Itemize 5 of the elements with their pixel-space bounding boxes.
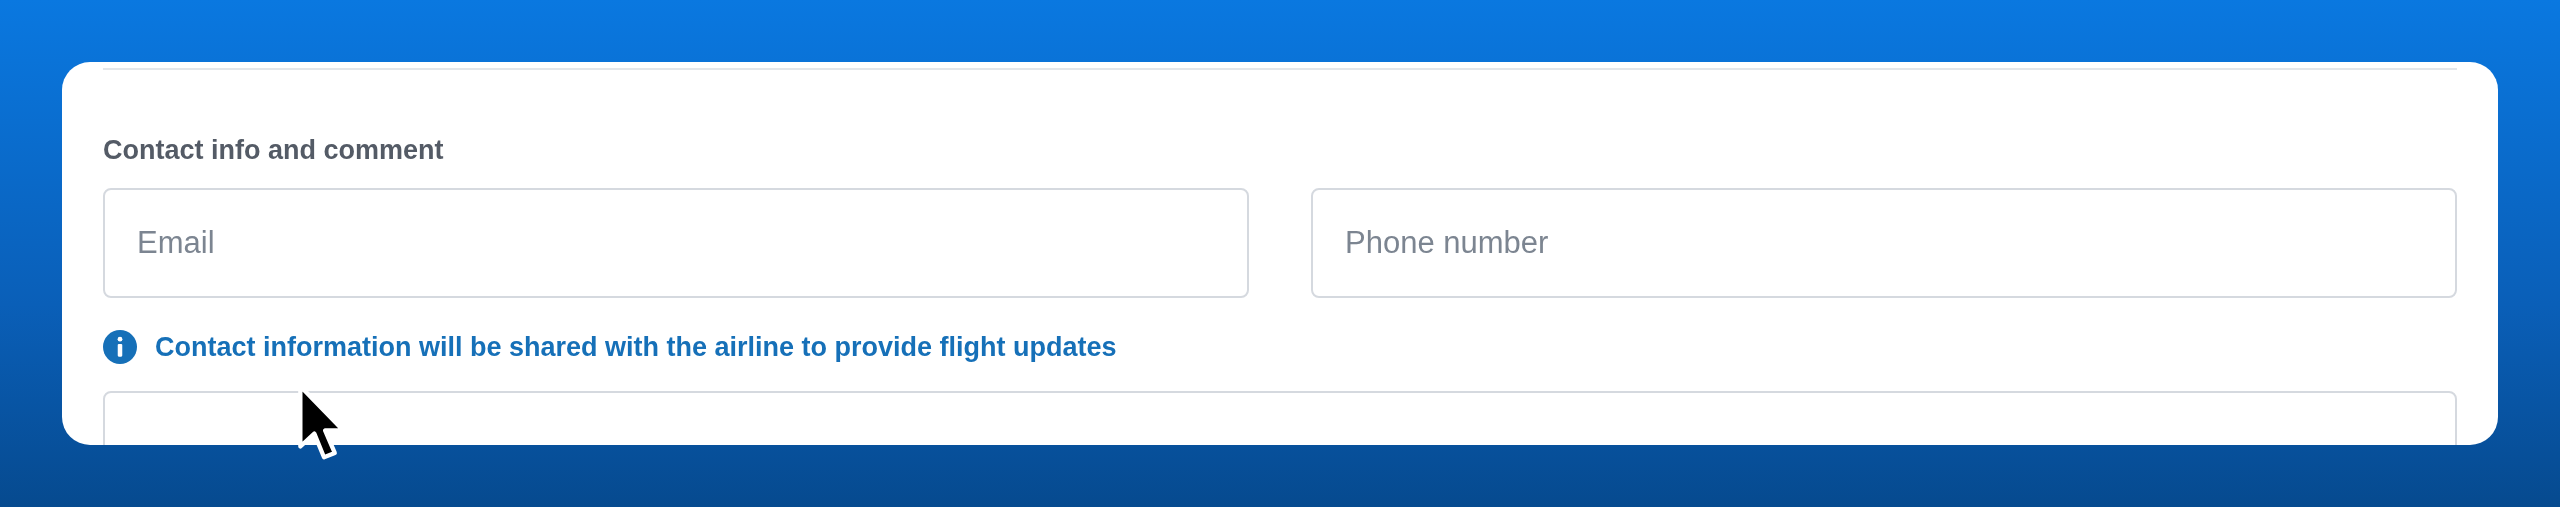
section-title: Contact info and comment — [103, 134, 445, 166]
input-field[interactable]: Email — [103, 188, 1249, 298]
notice-text: Contact information will be shared with the airline to provide flight updates — [155, 331, 1117, 363]
info-icon — [103, 330, 137, 364]
input-field[interactable]: Phone number — [1311, 188, 2457, 298]
